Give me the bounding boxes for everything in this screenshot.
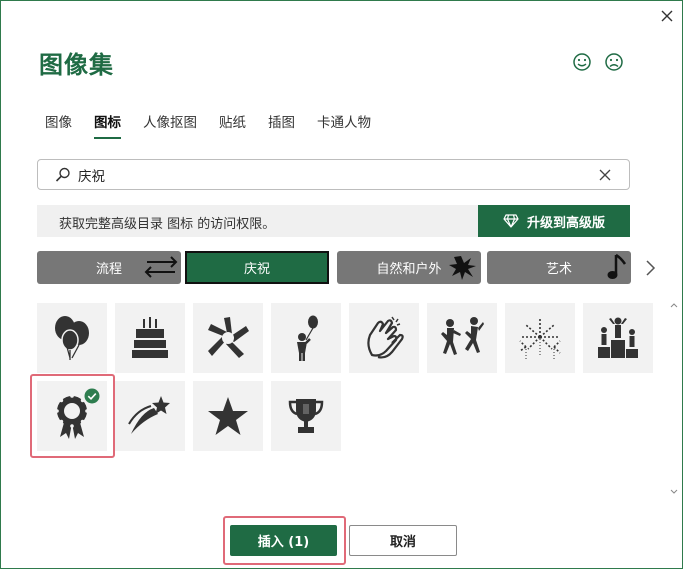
category-label: 流程 xyxy=(95,262,122,277)
upgrade-button[interactable]: 升级到高级版 xyxy=(478,205,630,237)
splat-icon xyxy=(449,256,476,280)
icon-tile-balloons[interactable] xyxy=(37,303,107,373)
icon-tile-person-balloon[interactable] xyxy=(271,303,341,373)
tab-bar: 图像 图标 人像抠图 贴纸 插图 卡通人物 xyxy=(45,111,393,139)
icon-gallery-dialog: 图像集 图像 图标 人像抠图 贴纸 插图 卡通人物 获取完整高级目录 图标 的访… xyxy=(0,0,683,569)
diamond-icon xyxy=(503,214,519,228)
tab-cartoon-people[interactable]: 卡通人物 xyxy=(317,111,371,139)
category-label: 庆祝 xyxy=(243,262,270,277)
icon-tile-shooting-star[interactable] xyxy=(115,381,185,451)
search-icon xyxy=(55,167,70,182)
tab-illustrations[interactable]: 插图 xyxy=(268,111,295,139)
icon-tile-star[interactable] xyxy=(193,381,263,451)
person-balloon-icon xyxy=(297,315,318,361)
close-button[interactable] xyxy=(657,6,677,26)
chevron-right-icon[interactable] xyxy=(642,258,658,278)
tab-cutout-people[interactable]: 人像抠图 xyxy=(143,111,197,139)
icon-tile-dancing-people[interactable] xyxy=(427,303,497,373)
dialog-title: 图像集 xyxy=(39,51,114,79)
podium-icon xyxy=(598,317,638,358)
category-label: 艺术 xyxy=(545,262,572,277)
clear-icon[interactable] xyxy=(597,167,613,183)
scrollbar[interactable] xyxy=(668,301,680,511)
icon-tile-fireworks[interactable] xyxy=(505,303,575,373)
trophy-icon xyxy=(288,399,324,433)
icon-tile-podium[interactable] xyxy=(583,303,653,373)
dancing-people-icon xyxy=(441,317,484,355)
scroll-down-icon xyxy=(670,489,678,494)
scroll-up-icon xyxy=(670,303,678,308)
tab-images[interactable]: 图像 xyxy=(45,111,72,139)
icon-tile-birthday-cake[interactable] xyxy=(115,303,185,373)
category-celebration[interactable]: 庆祝 xyxy=(185,251,329,284)
category-nature-outdoors[interactable]: 自然和户外 xyxy=(337,251,481,284)
cancel-button[interactable]: 取消 xyxy=(349,525,457,556)
checkmark-badge-icon xyxy=(84,388,100,404)
close-icon xyxy=(661,10,673,22)
category-art[interactable]: 艺术 xyxy=(487,251,631,284)
selected-tile-highlight xyxy=(30,374,115,458)
music-note-icon xyxy=(607,253,627,279)
category-label: 自然和户外 xyxy=(376,262,442,277)
search-input[interactable] xyxy=(78,165,578,185)
icon-tile-hands-together[interactable] xyxy=(193,303,263,373)
icon-tile-clapping-hands[interactable] xyxy=(349,303,419,373)
clapping-hands-icon xyxy=(367,316,404,359)
swap-arrows-icon xyxy=(144,256,178,278)
birthday-cake-icon xyxy=(132,317,168,358)
frown-icon[interactable] xyxy=(604,52,624,72)
fireworks-icon xyxy=(519,319,561,359)
shooting-star-icon xyxy=(128,396,170,434)
premium-banner: 获取完整高级目录 图标 的访问权限。 升级到高级版 xyxy=(37,205,630,237)
upgrade-button-label: 升级到高级版 xyxy=(526,215,605,231)
category-process[interactable]: 流程 xyxy=(37,251,181,284)
hands-together-icon xyxy=(208,317,249,358)
star-icon xyxy=(208,397,248,435)
tab-stickers[interactable]: 贴纸 xyxy=(219,111,246,139)
smile-icon[interactable] xyxy=(572,52,592,72)
search-box xyxy=(37,159,630,190)
insert-button[interactable]: 插入 (1) xyxy=(230,525,337,556)
tab-icons[interactable]: 图标 xyxy=(94,111,121,139)
icon-tile-trophy[interactable] xyxy=(271,381,341,451)
balloons-icon xyxy=(55,316,89,360)
premium-banner-text: 获取完整高级目录 图标 的访问权限。 xyxy=(59,217,276,232)
